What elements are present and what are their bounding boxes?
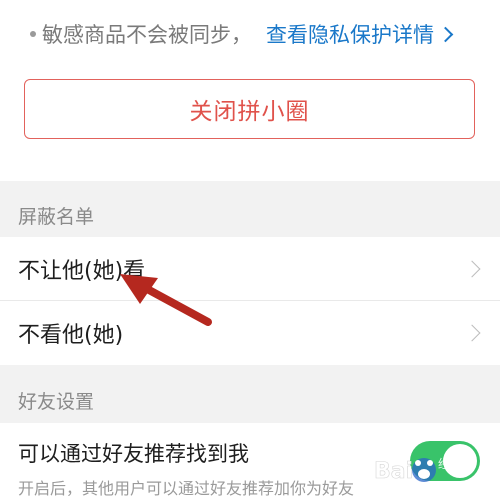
friend-recommend-description: 开启后，其他用户可以通过好友推荐加你为好友 [18,479,355,498]
block-list-item-label: 不看他(她) [18,323,124,348]
svg-text:经验: 经验 [438,456,462,471]
friend-recommend-title: 可以通过好友推荐找到我 [18,442,249,466]
block-list-item-hide-from[interactable]: 不让他(她)看 [0,237,500,301]
block-list-item-hide-their[interactable]: 不看他(她) [0,301,500,365]
svg-text:Bai: Bai [374,459,413,484]
block-list-header: 屏蔽名单 [18,206,95,228]
bullet-icon [30,31,36,37]
chevron-right-icon [463,260,481,278]
privacy-note: 敏感商品不会被同步， 查看隐私保护详情 [30,18,454,52]
privacy-details-link-label: 查看隐私保护详情 [266,23,434,47]
annotation-arrow-icon [120,274,212,326]
privacy-note-text: 敏感商品不会被同步， [42,23,252,47]
baidu-watermark-logo: Bai 经验 [374,456,462,484]
privacy-details-link[interactable]: 查看隐私保护详情 [266,23,454,47]
chevron-right-icon [463,324,481,342]
friend-settings-header: 好友设置 [18,391,95,413]
privacy-section: 敏感商品不会被同步， 查看隐私保护详情 关闭拼小圈 [0,0,500,181]
chevron-right-icon [437,26,454,43]
close-circle-button[interactable]: 关闭拼小圈 [24,79,475,139]
